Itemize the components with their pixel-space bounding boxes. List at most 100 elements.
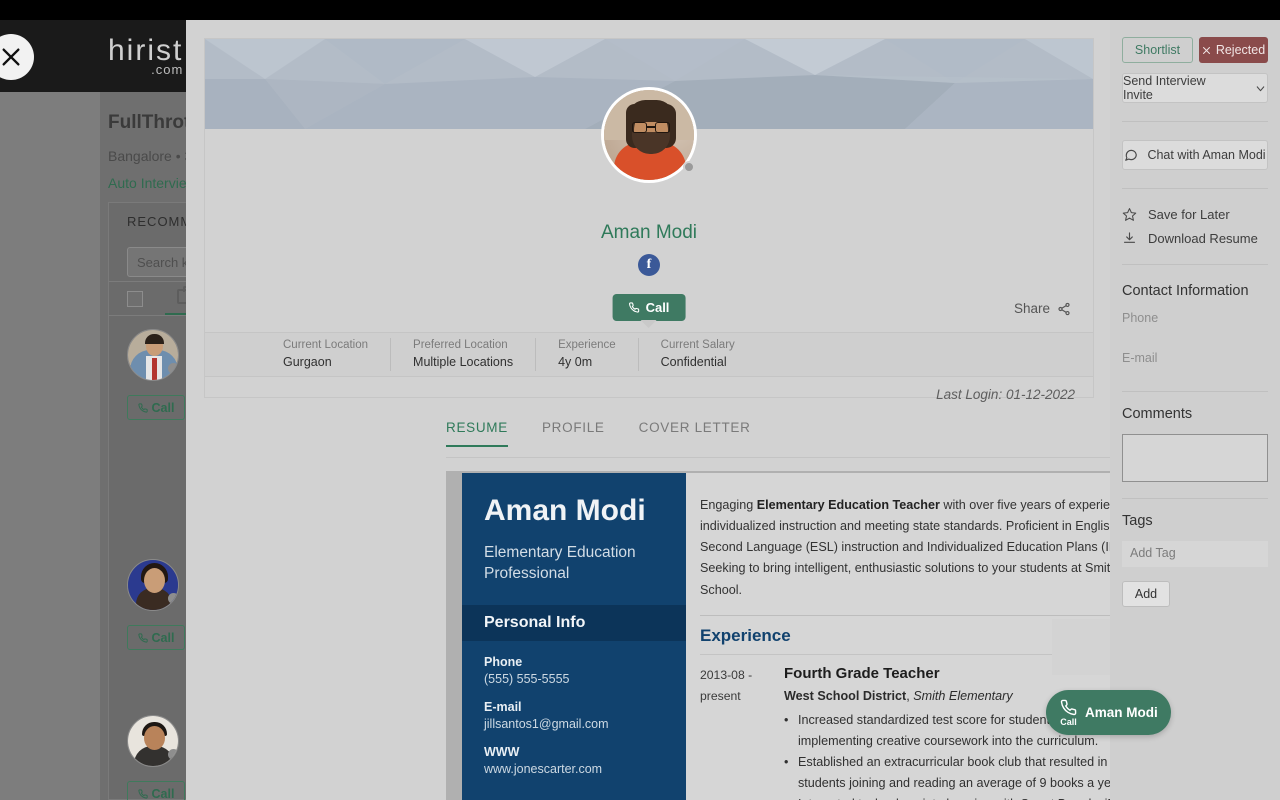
field-label: WWW xyxy=(484,745,664,759)
divider xyxy=(1122,391,1268,392)
resume-role: Elementary Education Professional xyxy=(462,527,686,605)
field-label: Phone xyxy=(484,655,664,669)
resume-page: Aman Modi Elementary Education Professio… xyxy=(462,473,1206,800)
stat-current-location: Current Location Gurgaon xyxy=(261,338,391,370)
glasses-icon xyxy=(632,122,670,133)
resume-field-phone: Phone (555) 555-5555 xyxy=(462,655,686,686)
stat-label: Current Salary xyxy=(661,338,735,354)
stat-value: Confidential xyxy=(661,354,735,371)
contact-phone-label: Phone xyxy=(1122,311,1268,325)
resume-viewer[interactable]: Aman Modi Elementary Education Professio… xyxy=(446,471,1222,800)
tags-heading: Tags xyxy=(1122,513,1268,529)
summary-highlight: Elementary Education Teacher xyxy=(757,498,940,512)
resume-personal-info-heading: Personal Info xyxy=(462,605,686,641)
avatar xyxy=(127,559,179,611)
call-widget-name: Aman Modi xyxy=(1085,705,1158,720)
call-label: Call xyxy=(152,401,175,415)
field-value: (555) 555-5555 xyxy=(484,672,664,686)
send-interview-invite-button[interactable]: Send Interview Invite xyxy=(1122,73,1268,103)
save-label: Save for Later xyxy=(1148,207,1230,222)
chevron-down-icon xyxy=(1254,82,1267,95)
status-dot xyxy=(168,363,179,374)
field-value: jillsantos1@gmail.com xyxy=(484,717,664,731)
add-tag-button[interactable]: Add xyxy=(1122,581,1170,607)
call-label: Call xyxy=(152,631,175,645)
avatar-photo xyxy=(604,90,694,180)
resume-field-email: E-mail jillsantos1@gmail.com xyxy=(462,700,686,731)
profile-stats: Current Location Gurgaon Preferred Locat… xyxy=(205,332,1093,377)
stat-value: Gurgaon xyxy=(283,354,368,371)
call-button[interactable]: Call xyxy=(613,294,686,321)
phone-icon xyxy=(138,633,148,643)
action-sidebar: Shortlist Rejected Send Interview Invite xyxy=(1110,20,1280,800)
call-label: Call xyxy=(152,787,175,800)
facebook-glyph: f xyxy=(647,257,652,273)
avatar xyxy=(127,329,179,381)
phone-icon: Call xyxy=(1060,699,1077,727)
stat-experience: Experience 4y 0m xyxy=(536,338,639,370)
resume-name: Aman Modi xyxy=(462,473,686,527)
contact-email-label: E-mail xyxy=(1122,351,1268,365)
divider xyxy=(1122,498,1268,499)
resume-sidebar: Aman Modi Elementary Education Professio… xyxy=(462,473,686,800)
facebook-icon[interactable]: f xyxy=(638,254,660,276)
stat-value: Multiple Locations xyxy=(413,354,513,371)
chat-label: Chat with Aman Modi xyxy=(1147,148,1265,162)
status-dot xyxy=(168,749,179,760)
avatar[interactable] xyxy=(601,87,697,183)
call-icon-label: Call xyxy=(1060,717,1077,727)
status-dot xyxy=(168,593,179,604)
stat-value: 4y 0m xyxy=(558,354,616,371)
profile-card: Aman Modi f Call Share xyxy=(204,38,1094,398)
share-label: Share xyxy=(1014,301,1050,316)
phone-icon xyxy=(138,789,148,799)
share-button[interactable]: Share xyxy=(1014,301,1071,316)
download-icon xyxy=(1122,231,1137,246)
status-dot xyxy=(683,161,695,173)
download-resume-button[interactable]: Download Resume xyxy=(1122,231,1268,246)
comments-heading: Comments xyxy=(1122,406,1268,422)
job-dates: 2013-08 - present xyxy=(700,665,770,800)
screen: hirist .com FullThrottl Bangalore • 3 Au… xyxy=(0,0,1280,800)
call-button[interactable]: Call xyxy=(127,395,185,420)
stat-label: Experience xyxy=(558,338,616,354)
invite-label: Send Interview Invite xyxy=(1123,74,1232,102)
tab-resume[interactable]: RESUME xyxy=(446,420,508,447)
resume-field-www: WWW www.jonescarter.com xyxy=(462,745,686,776)
last-login-text: Last Login: 01-12-2022 xyxy=(936,387,1075,402)
stat-current-salary: Current Salary Confidential xyxy=(639,338,757,370)
summary-part-a: Engaging xyxy=(700,498,757,512)
field-label: E-mail xyxy=(484,700,664,714)
hirist-logo[interactable]: hirist .com xyxy=(108,34,183,77)
contact-information-heading: Contact Information xyxy=(1122,283,1268,299)
background-select-all-checkbox[interactable] xyxy=(127,291,143,307)
share-icon xyxy=(1057,302,1071,316)
close-icon xyxy=(0,46,22,68)
comments-textarea[interactable] xyxy=(1122,434,1268,482)
background-job-meta: Bangalore • 3 xyxy=(108,148,192,164)
stat-label: Preferred Location xyxy=(413,338,513,354)
call-button[interactable]: Call xyxy=(127,625,185,650)
field-value: www.jonescarter.com xyxy=(484,762,664,776)
avatar xyxy=(127,715,179,767)
chat-button[interactable]: Chat with Aman Modi xyxy=(1122,140,1268,170)
status-buttons: Shortlist Rejected xyxy=(1122,20,1268,63)
tab-profile[interactable]: PROFILE xyxy=(542,420,605,445)
background-auto-interview-link[interactable]: Auto Interview xyxy=(108,175,197,191)
summary-part-b: with over five years of experience guidi… xyxy=(700,498,1174,597)
call-button[interactable]: Call xyxy=(127,781,185,800)
rejected-button[interactable]: Rejected xyxy=(1199,37,1268,63)
stat-preferred-location: Preferred Location Multiple Locations xyxy=(391,338,536,370)
save-for-later-button[interactable]: Save for Later xyxy=(1122,207,1268,222)
tab-cover-letter[interactable]: COVER LETTER xyxy=(639,420,751,445)
page-title: Aman Modi xyxy=(205,222,1093,244)
job-org-school: Smith Elementary xyxy=(913,689,1012,703)
add-tag-input[interactable]: Add Tag xyxy=(1122,541,1268,567)
floating-call-widget[interactable]: Call Aman Modi xyxy=(1046,690,1171,735)
shortlist-button[interactable]: Shortlist xyxy=(1122,37,1193,63)
phone-icon xyxy=(629,302,640,313)
phone-icon xyxy=(138,403,148,413)
download-label: Download Resume xyxy=(1148,231,1258,246)
chat-bubble-icon xyxy=(1124,148,1138,162)
stat-label: Current Location xyxy=(283,338,368,354)
